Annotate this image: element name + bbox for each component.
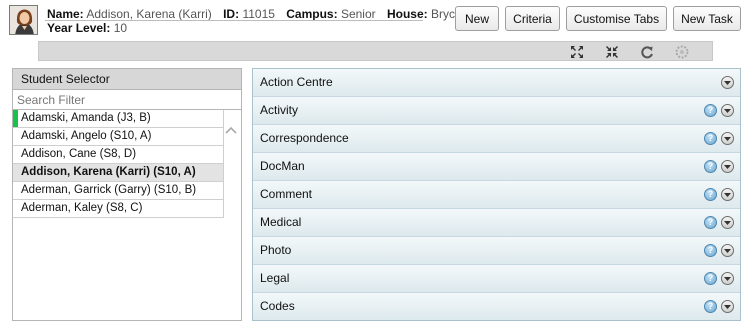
- student-name: Addison, Karena (Karri): [86, 7, 212, 21]
- student-list-item-label: Aderman, Garrick (Garry) (S10, B): [21, 184, 197, 196]
- student-selector: Student Selector Adamski, Amanda (J3, B)…: [12, 68, 242, 321]
- panel-legal[interactable]: Legal ?: [253, 265, 740, 293]
- panel-title: Photo: [260, 243, 292, 257]
- panel-list: Action Centre Activity ? Correspondence …: [252, 68, 741, 321]
- new-task-button[interactable]: New Task: [673, 6, 741, 31]
- panel-title: DocMan: [260, 159, 305, 173]
- customise-tabs-button[interactable]: Customise Tabs: [566, 6, 667, 31]
- refresh-icon[interactable]: [638, 43, 656, 61]
- help-icon[interactable]: ?: [704, 300, 717, 313]
- panel-title: Correspondence: [260, 131, 349, 145]
- new-button[interactable]: New: [455, 6, 499, 31]
- panel-title: Comment: [260, 187, 313, 201]
- year-level-label: Year Level:: [47, 21, 111, 35]
- student-selector-title: Student Selector: [13, 69, 241, 90]
- year-level-line: Year Level: 10: [47, 21, 135, 35]
- student-list-item[interactable]: Aderman, Garrick (Garry) (S10, B): [13, 182, 224, 200]
- expand-panel-icon[interactable]: [721, 132, 734, 145]
- help-icon[interactable]: ?: [704, 160, 717, 173]
- expand-panel-icon[interactable]: [721, 76, 734, 89]
- help-icon[interactable]: ?: [704, 216, 717, 229]
- scroll-up-icon[interactable]: [225, 124, 237, 136]
- student-list-item-label: Adamski, Angelo (S10, A): [21, 130, 152, 142]
- help-icon[interactable]: ?: [704, 132, 717, 145]
- expand-icon[interactable]: [568, 43, 586, 61]
- student-list-item-label: Adamski, Amanda (J3, B): [21, 112, 151, 124]
- panel-title: Codes: [260, 299, 295, 313]
- student-list-item[interactable]: Adamski, Angelo (S10, A): [13, 128, 224, 146]
- panel-codes[interactable]: Codes ?: [253, 293, 740, 320]
- year-level-value: 10: [113, 21, 128, 35]
- panel-activity[interactable]: Activity ?: [253, 97, 740, 125]
- name-label: Name:: [47, 7, 84, 21]
- current-marker: [13, 110, 18, 127]
- panel-title: Action Centre: [260, 75, 333, 89]
- student-list-item[interactable]: Aderman, Kaley (S8, C): [13, 200, 224, 218]
- help-icon[interactable]: ?: [704, 244, 717, 257]
- expand-panel-icon[interactable]: [721, 160, 734, 173]
- expand-panel-icon[interactable]: [721, 272, 734, 285]
- panel-comment[interactable]: Comment ?: [253, 181, 740, 209]
- expand-panel-icon[interactable]: [721, 244, 734, 257]
- panel-title: Medical: [260, 215, 302, 229]
- panel-medical[interactable]: Medical ?: [253, 209, 740, 237]
- student-id: 11015: [242, 7, 275, 21]
- student-list-item-label: Addison, Cane (S8, D): [21, 148, 137, 160]
- collapse-icon[interactable]: [603, 43, 621, 61]
- student-list-item-label: Aderman, Kaley (S8, C): [21, 202, 143, 214]
- student-campus: Senior: [340, 7, 376, 21]
- student-list-item[interactable]: Addison, Cane (S8, D): [13, 146, 224, 164]
- expand-panel-icon[interactable]: [721, 300, 734, 313]
- expand-panel-icon[interactable]: [721, 104, 734, 117]
- help-icon[interactable]: ?: [704, 188, 717, 201]
- id-label: ID:: [223, 7, 240, 21]
- expand-panel-icon[interactable]: [721, 188, 734, 201]
- student-list-item-selected[interactable]: Addison, Karena (Karri) (S10, A): [13, 164, 224, 182]
- search-filter-input[interactable]: [13, 90, 241, 110]
- criteria-button[interactable]: Criteria: [505, 6, 560, 31]
- panel-docman[interactable]: DocMan ?: [253, 153, 740, 181]
- help-icon[interactable]: ?: [704, 272, 717, 285]
- panel-action-centre[interactable]: Action Centre: [253, 69, 740, 97]
- student-info-line: Name: Addison, Karena (Karri) ID: 11015 …: [47, 7, 470, 21]
- campus-label: Campus:: [286, 7, 338, 21]
- panel-toolbar: [38, 41, 713, 61]
- student-list: Adamski, Amanda (J3, B) Adamski, Angelo …: [13, 110, 224, 218]
- panel-title: Legal: [260, 271, 290, 285]
- panel-photo[interactable]: Photo ?: [253, 237, 740, 265]
- panel-title: Activity: [260, 103, 299, 117]
- help-icon[interactable]: ?: [704, 104, 717, 117]
- student-list-item-label: Addison, Karena (Karri) (S10, A): [21, 166, 196, 178]
- student-header: Name: Addison, Karena (Karri) ID: 11015 …: [0, 0, 750, 40]
- panel-correspondence[interactable]: Correspondence ?: [253, 125, 740, 153]
- settings-icon[interactable]: [673, 43, 691, 61]
- house-label: House:: [386, 7, 428, 21]
- student-list-item[interactable]: Adamski, Amanda (J3, B): [13, 110, 224, 128]
- expand-panel-icon[interactable]: [721, 216, 734, 229]
- student-avatar[interactable]: [9, 5, 38, 35]
